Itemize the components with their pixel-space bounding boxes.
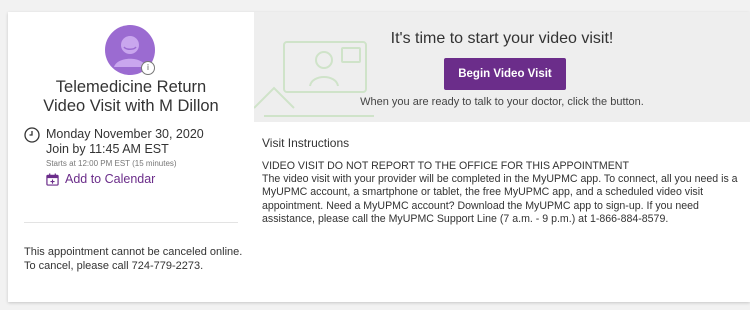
video-visit-banner: It's time to start your video visit! Beg… bbox=[254, 12, 750, 122]
banner-subtitle: When you are ready to talk to your docto… bbox=[360, 96, 644, 108]
start-time-note: Starts at 12:00 PM EST (15 minutes) bbox=[46, 159, 177, 168]
video-call-illustration bbox=[254, 41, 374, 117]
appointment-summary-panel: i Telemedicine Return Video Visit with M… bbox=[8, 12, 254, 302]
instructions-notice: VIDEO VISIT DO NOT REPORT TO THE OFFICE … bbox=[262, 160, 629, 172]
video-visit-panel: It's time to start your video visit! Beg… bbox=[254, 12, 750, 302]
info-icon: i bbox=[141, 61, 155, 75]
add-to-calendar-label: Add to Calendar bbox=[65, 172, 156, 186]
provider-avatar: i bbox=[105, 25, 155, 75]
join-by-time: Join by 11:45 AM EST bbox=[46, 142, 169, 156]
divider bbox=[24, 222, 238, 223]
appointment-card: i Telemedicine Return Video Visit with M… bbox=[8, 12, 750, 302]
begin-video-visit-button[interactable]: Begin Video Visit bbox=[444, 58, 566, 90]
instructions-text: The video visit with your provider will … bbox=[262, 173, 738, 225]
add-to-calendar-link[interactable]: Add to Calendar bbox=[46, 172, 155, 186]
instructions-body: VIDEO VISIT DO NOT REPORT TO THE OFFICE … bbox=[262, 160, 748, 226]
visit-title: Telemedicine Return Video Visit with M D… bbox=[43, 78, 219, 115]
instructions-heading: Visit Instructions bbox=[262, 136, 350, 150]
clock-icon bbox=[24, 127, 40, 143]
cancellation-note: This appointment cannot be canceled onli… bbox=[24, 246, 243, 272]
calendar-add-icon bbox=[46, 172, 59, 186]
appointment-date: Monday November 30, 2020 bbox=[46, 127, 204, 141]
banner-title: It's time to start your video visit! bbox=[390, 30, 614, 47]
